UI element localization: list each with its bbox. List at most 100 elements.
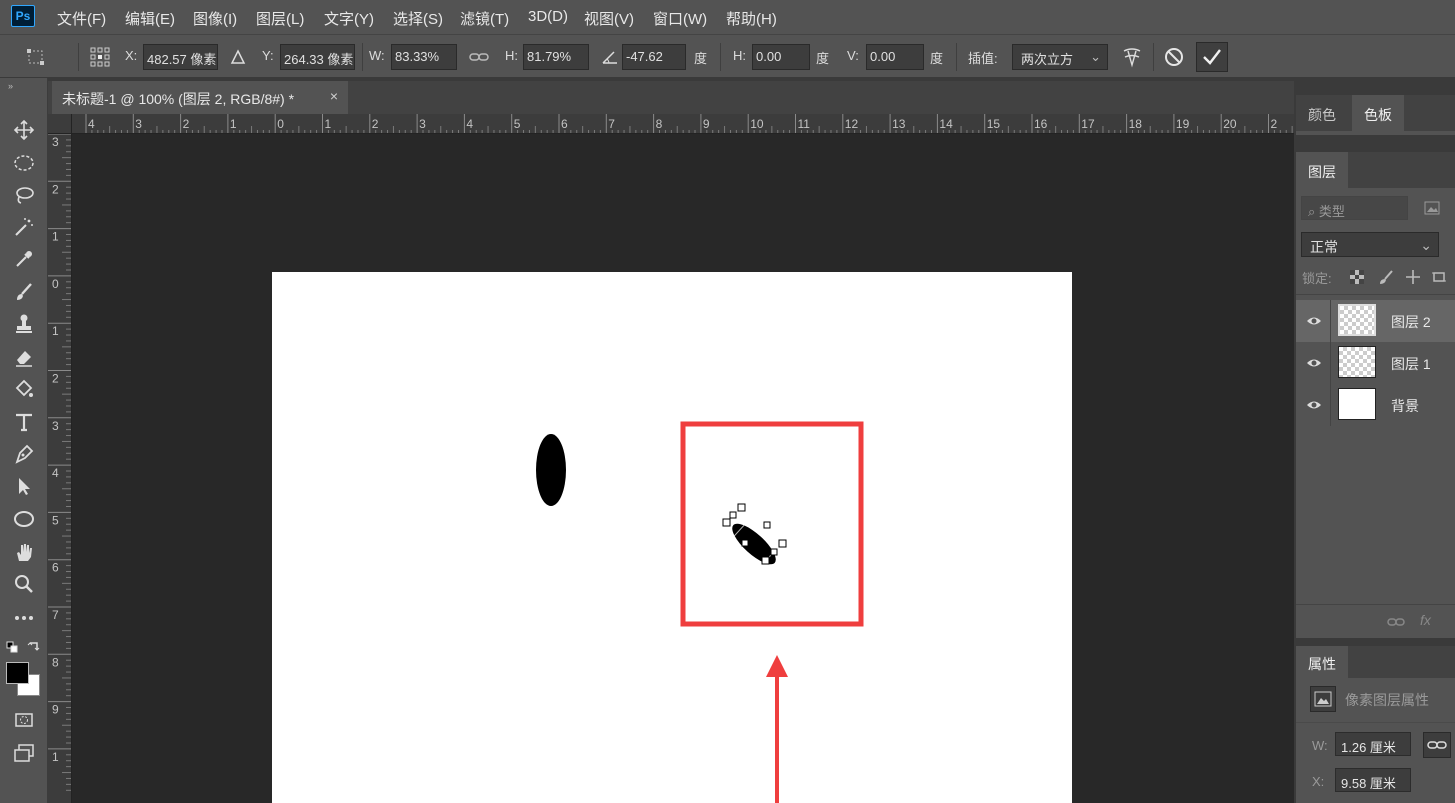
zoom-tool-icon[interactable] bbox=[10, 570, 38, 598]
ruler-v-label: 2 bbox=[52, 372, 59, 386]
eye-icon[interactable] bbox=[1306, 313, 1322, 329]
lock-artboard-icon[interactable] bbox=[1431, 269, 1447, 285]
lasso-tool-icon[interactable] bbox=[10, 181, 38, 209]
menu-type[interactable]: 文字(Y) bbox=[324, 8, 374, 29]
prop-x-field[interactable]: 9.58 厘米 bbox=[1335, 768, 1411, 792]
menu-help[interactable]: 帮助(H) bbox=[726, 8, 777, 29]
chevron-down-icon: ⌄ bbox=[1090, 49, 1101, 64]
brush-tool-icon[interactable] bbox=[10, 278, 38, 306]
tab-swatches[interactable]: 色板 bbox=[1352, 95, 1404, 131]
x-field[interactable]: 482.57 像素 bbox=[143, 44, 218, 70]
warp-icon[interactable] bbox=[1120, 45, 1144, 69]
menu-select[interactable]: 选择(S) bbox=[393, 8, 443, 29]
transformed-shape[interactable] bbox=[724, 515, 784, 573]
move-tool-icon[interactable] bbox=[10, 116, 38, 144]
layer-row-1[interactable]: 图层 1 bbox=[1296, 342, 1455, 384]
marquee-tool-icon[interactable] bbox=[10, 149, 38, 177]
layer-thumbnail bbox=[1338, 346, 1376, 378]
link-icon[interactable] bbox=[467, 45, 491, 69]
link-layers-icon[interactable] bbox=[1386, 614, 1406, 630]
ruler-origin[interactable] bbox=[48, 114, 72, 134]
layer-filter-select[interactable]: ⌕ 类型 bbox=[1301, 196, 1408, 220]
document-tab[interactable]: 未标题-1 @ 100% (图层 2, RGB/8#) * × bbox=[52, 81, 348, 114]
eyedropper-tool-icon[interactable] bbox=[10, 245, 38, 273]
magic-wand-tool-icon[interactable] bbox=[10, 213, 38, 241]
layer-name[interactable]: 图层 1 bbox=[1391, 354, 1431, 374]
menu-filter[interactable]: 滤镜(T) bbox=[460, 8, 509, 29]
paint-bucket-tool-icon[interactable] bbox=[10, 375, 38, 403]
ruler-h-label: 2 bbox=[1271, 117, 1278, 131]
menu-view[interactable]: 视图(V) bbox=[584, 8, 634, 29]
more-tools-icon[interactable] bbox=[10, 604, 38, 632]
menubar: Ps 文件(F) 编辑(E) 图像(I) 图层(L) 文字(Y) 选择(S) 滤… bbox=[0, 0, 1455, 34]
blend-mode-select[interactable]: 正常 ⌄ bbox=[1301, 232, 1439, 257]
w-field[interactable]: 83.33% bbox=[391, 44, 457, 70]
ruler-h-label: 13 bbox=[892, 117, 906, 131]
tab-color[interactable]: 颜色 bbox=[1296, 95, 1348, 131]
layers-panel: 图层 ⌕ 类型 正常 ⌄ 锁定: 图层 2 图层 1 背景 fx bbox=[1296, 152, 1455, 638]
swap-colors-icon[interactable] bbox=[27, 640, 41, 654]
tab-layers[interactable]: 图层 bbox=[1296, 152, 1348, 188]
transform-tool-icon[interactable] bbox=[24, 45, 48, 69]
screen-mode-icon[interactable] bbox=[10, 739, 38, 767]
search-icon: ⌕ bbox=[1308, 204, 1316, 219]
layer-name[interactable]: 图层 2 bbox=[1391, 312, 1431, 332]
type-tool-icon[interactable] bbox=[10, 408, 38, 436]
menu-file[interactable]: 文件(F) bbox=[57, 8, 106, 29]
horizontal-ruler[interactable]: 4 3 2 1 0 1 2 3 4 5 6 7 8 9 10 11 12 13 14 15 16 17 18 19 20 2 bbox=[72, 114, 1294, 134]
foreground-color-swatch[interactable] bbox=[6, 662, 29, 684]
eye-icon[interactable] bbox=[1306, 397, 1322, 413]
interpolation-select[interactable]: 两次立方 ⌄ bbox=[1012, 44, 1108, 70]
quick-mask-icon[interactable] bbox=[10, 706, 38, 734]
reference-point-icon[interactable] bbox=[88, 45, 112, 69]
eraser-tool-icon[interactable] bbox=[10, 343, 38, 371]
layer-row-2[interactable]: 图层 2 bbox=[1296, 300, 1455, 342]
menu-edit[interactable]: 编辑(E) bbox=[125, 8, 175, 29]
menu-image[interactable]: 图像(I) bbox=[193, 8, 237, 29]
document-canvas[interactable] bbox=[272, 272, 1072, 803]
link-dimensions-icon[interactable] bbox=[1423, 732, 1451, 758]
eye-icon[interactable] bbox=[1306, 355, 1322, 371]
fx-icon[interactable]: fx bbox=[1420, 612, 1431, 628]
canvas-area[interactable] bbox=[72, 134, 1294, 803]
close-tab-icon[interactable]: × bbox=[330, 88, 338, 104]
ruler-h-label: 4 bbox=[466, 117, 473, 131]
lock-paint-icon[interactable] bbox=[1378, 269, 1394, 285]
ruler-v-label: 6 bbox=[52, 561, 59, 575]
default-colors-icon[interactable] bbox=[6, 641, 18, 653]
tab-properties[interactable]: 属性 bbox=[1296, 646, 1348, 678]
commit-transform-icon[interactable] bbox=[1196, 42, 1228, 72]
ruler-h-label: 2 bbox=[372, 117, 379, 131]
skew-h-field[interactable]: 0.00 bbox=[752, 44, 810, 70]
lock-transparent-icon[interactable] bbox=[1350, 270, 1364, 284]
layer-row-background[interactable]: 背景 bbox=[1296, 384, 1455, 426]
options-bar: X: 482.57 像素 Y: 264.33 像素 W: 83.33% H: 8… bbox=[0, 34, 1455, 78]
angle-field[interactable]: -47.62 bbox=[622, 44, 686, 70]
ellipse-tool-icon[interactable] bbox=[10, 505, 38, 533]
cancel-transform-icon[interactable] bbox=[1162, 45, 1186, 69]
prop-w-field[interactable]: 1.26 厘米 bbox=[1335, 732, 1411, 756]
lock-position-icon[interactable] bbox=[1405, 269, 1421, 285]
stamp-tool-icon[interactable] bbox=[10, 310, 38, 338]
menu-window[interactable]: 窗口(W) bbox=[653, 8, 707, 29]
ruler-h-label: 14 bbox=[939, 117, 953, 131]
properties-panel: 属性 像素图层属性 W: 1.26 厘米 X: 9.58 厘米 bbox=[1296, 646, 1455, 803]
photoshop-logo-icon: Ps bbox=[11, 5, 35, 27]
layer-name[interactable]: 背景 bbox=[1391, 396, 1419, 416]
y-field[interactable]: 264.33 像素 bbox=[280, 44, 355, 70]
triangle-icon[interactable] bbox=[226, 45, 250, 69]
pen-tool-icon[interactable] bbox=[10, 440, 38, 468]
menu-3d[interactable]: 3D(D) bbox=[528, 8, 568, 25]
path-selection-tool-icon[interactable] bbox=[10, 472, 38, 500]
collapse-icon[interactable]: » bbox=[8, 81, 13, 91]
hand-tool-icon[interactable] bbox=[10, 538, 38, 566]
chevron-down-icon: ⌄ bbox=[1420, 237, 1432, 253]
ruler-v-label: 9 bbox=[52, 703, 59, 717]
image-filter-icon[interactable] bbox=[1424, 200, 1440, 216]
skew-v-unit: 度 bbox=[930, 51, 944, 66]
vertical-ruler[interactable]: 3 2 1 0 1 2 3 4 5 6 7 8 9 1 bbox=[48, 134, 72, 803]
menu-layer[interactable]: 图层(L) bbox=[256, 8, 304, 29]
h-field[interactable]: 81.79% bbox=[523, 44, 589, 70]
prop-x-label: X: bbox=[1312, 774, 1325, 789]
skew-v-field[interactable]: 0.00 bbox=[866, 44, 924, 70]
